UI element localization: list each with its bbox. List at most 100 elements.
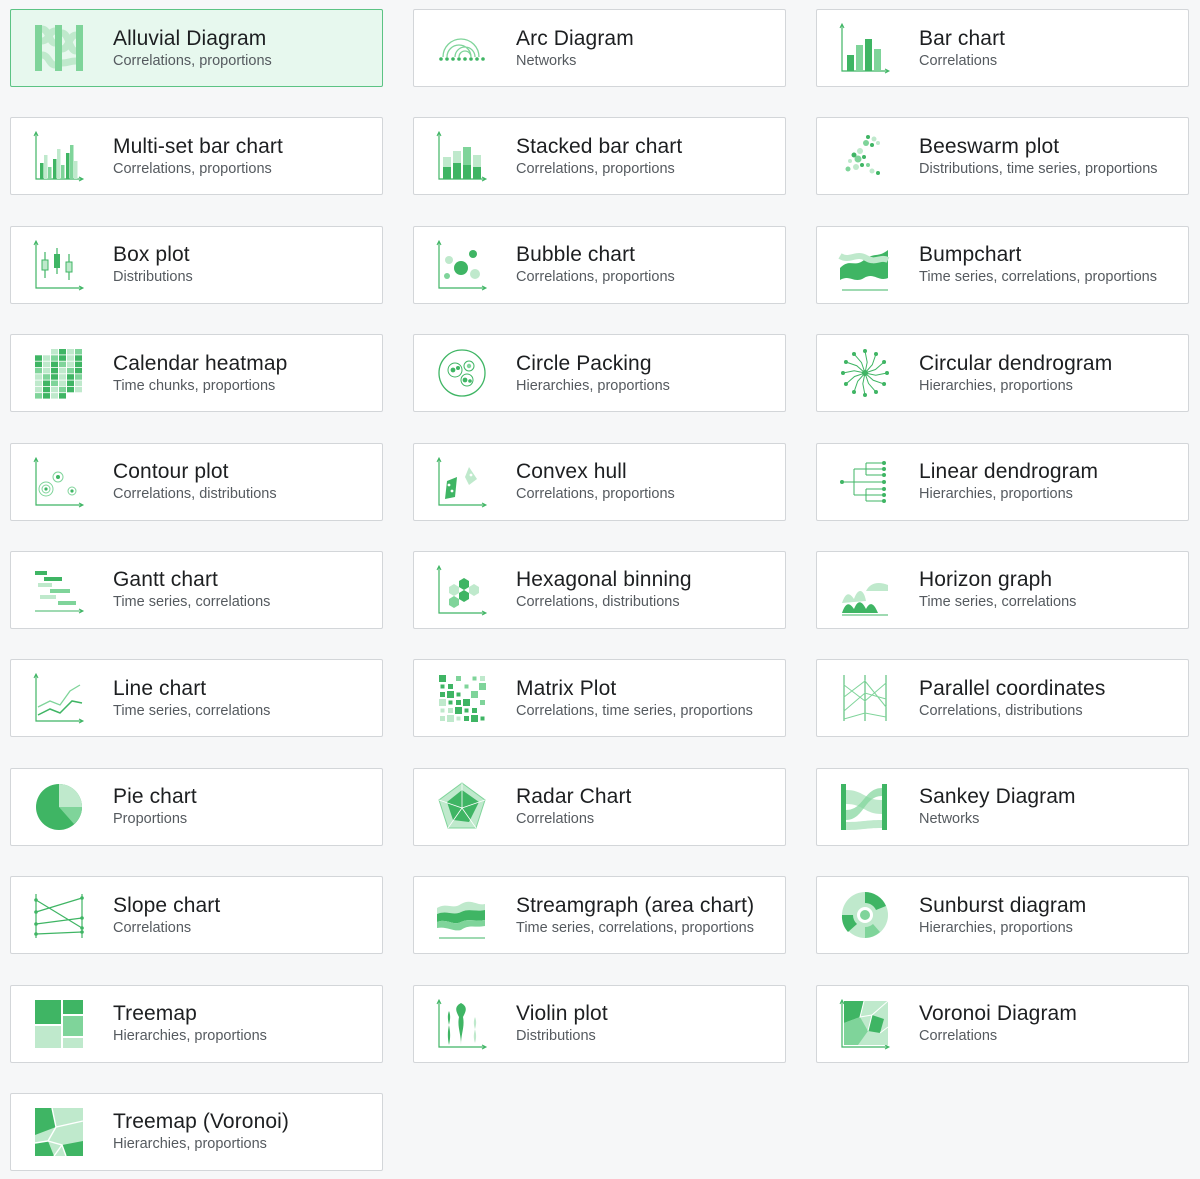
card-text: Alluvial Diagram Correlations, proportio… — [113, 26, 272, 71]
stacked-bar-icon — [435, 129, 489, 183]
card-title: Pie chart — [113, 785, 197, 809]
card-title: Alluvial Diagram — [113, 26, 267, 50]
violin-icon — [435, 997, 489, 1051]
card-title: Treemap (Voronoi) — [113, 1110, 289, 1134]
card-subtitle: Hierarchies, proportions — [516, 377, 670, 394]
chart-type-card-violin[interactable]: Violin plot Distributions — [413, 984, 786, 1063]
chart-type-card-bumpchart[interactable]: Bumpchart Time series, correlations, pro… — [816, 225, 1189, 304]
card-text: Pie chart Proportions — [113, 784, 197, 829]
card-text: Stacked bar chart Correlations, proporti… — [516, 134, 682, 179]
card-title: Bar chart — [919, 26, 1006, 50]
card-subtitle: Correlations, distributions — [516, 594, 680, 611]
card-title: Contour plot — [113, 460, 229, 484]
voronoi-icon — [838, 997, 892, 1051]
chart-type-card-hexbin[interactable]: Hexagonal binning Correlations, distribu… — [413, 550, 786, 629]
card-text: Hexagonal binning Correlations, distribu… — [516, 567, 692, 612]
chart-type-card-horizon[interactable]: Horizon graph Time series, correlations — [816, 550, 1189, 629]
multiset-bar-icon — [32, 129, 86, 183]
card-title: Bubble chart — [516, 243, 636, 267]
horizon-icon — [838, 563, 892, 617]
chart-type-card-voronoi-treemap[interactable]: Treemap (Voronoi) Hierarchies, proportio… — [10, 1092, 383, 1171]
card-subtitle: Time series, correlations, proportions — [516, 919, 754, 936]
card-title: Parallel coordinates — [919, 676, 1106, 700]
chart-type-card-circle-packing[interactable]: Circle Packing Hierarchies, proportions — [413, 334, 786, 413]
chart-type-card-sunburst[interactable]: Sunburst diagram Hierarchies, proportion… — [816, 876, 1189, 955]
card-text: Streamgraph (area chart) Time series, co… — [516, 893, 754, 938]
chart-type-card-treemap[interactable]: Treemap Hierarchies, proportions — [10, 984, 383, 1063]
chart-type-card-slope[interactable]: Slope chart Correlations — [10, 876, 383, 955]
card-title: Linear dendrogram — [919, 460, 1099, 484]
card-subtitle: Proportions — [113, 811, 188, 828]
card-title: Streamgraph (area chart) — [516, 893, 755, 917]
card-subtitle: Correlations, time series, proportions — [516, 702, 753, 719]
card-subtitle: Hierarchies, proportions — [919, 377, 1073, 394]
chart-type-card-calendar-heatmap[interactable]: Calendar heatmap Time chunks, proportion… — [10, 334, 383, 413]
card-text: Radar Chart Correlations — [516, 784, 631, 829]
card-subtitle: Correlations — [516, 811, 595, 828]
chart-type-card-sankey[interactable]: Sankey Diagram Networks — [816, 767, 1189, 846]
card-title: Gantt chart — [113, 568, 218, 592]
circle-packing-icon — [435, 346, 489, 400]
pie-icon — [32, 780, 86, 834]
chart-type-card-bubble[interactable]: Bubble chart Correlations, proportions — [413, 225, 786, 304]
chart-type-card-matrix[interactable]: Matrix Plot Correlations, time series, p… — [413, 659, 786, 738]
chart-type-card-parallel-coordinates[interactable]: Parallel coordinates Correlations, distr… — [816, 659, 1189, 738]
card-title: Treemap — [113, 1002, 197, 1026]
card-text: Circular dendrogram Hierarchies, proport… — [919, 351, 1112, 396]
card-subtitle: Correlations, proportions — [113, 160, 272, 177]
chart-type-card-pie[interactable]: Pie chart Proportions — [10, 767, 383, 846]
boxplot-icon — [32, 238, 86, 292]
card-text: Bar chart Correlations — [919, 26, 1005, 71]
card-subtitle: Correlations, distributions — [113, 486, 277, 503]
card-subtitle: Correlations, proportions — [113, 52, 272, 69]
chart-type-card-bar[interactable]: Bar chart Correlations — [816, 9, 1189, 87]
gantt-icon — [32, 563, 86, 617]
calendar-heatmap-icon — [32, 346, 86, 400]
radar-icon — [435, 780, 489, 834]
card-text: Parallel coordinates Correlations, distr… — [919, 676, 1105, 721]
chart-type-card-streamgraph[interactable]: Streamgraph (area chart) Time series, co… — [413, 876, 786, 955]
chart-type-card-convex-hull[interactable]: Convex hull Correlations, proportions — [413, 442, 786, 521]
card-text: Convex hull Correlations, proportions — [516, 459, 675, 504]
card-subtitle: Correlations, proportions — [516, 160, 675, 177]
chart-type-card-boxplot[interactable]: Box plot Distributions — [10, 225, 383, 304]
chart-type-card-arc[interactable]: Arc Diagram Networks — [413, 9, 786, 87]
card-title: Matrix Plot — [516, 676, 617, 700]
chart-type-card-multiset-bar[interactable]: Multi-set bar chart Correlations, propor… — [10, 117, 383, 196]
chart-type-card-linear-dendrogram[interactable]: Linear dendrogram Hierarchies, proportio… — [816, 442, 1189, 521]
card-subtitle: Correlations — [113, 919, 192, 936]
chart-type-card-contour[interactable]: Contour plot Correlations, distributions — [10, 442, 383, 521]
parallel-coordinates-icon — [838, 671, 892, 725]
chart-type-card-beeswarm[interactable]: Beeswarm plot Distributions, time series… — [816, 117, 1189, 196]
card-title: Arc Diagram — [516, 26, 634, 50]
card-title: Circular dendrogram — [919, 351, 1113, 375]
card-title: Radar Chart — [516, 785, 632, 809]
card-text: Multi-set bar chart Correlations, propor… — [113, 134, 283, 179]
linear-dendrogram-icon — [838, 455, 892, 509]
card-title: Beeswarm plot — [919, 134, 1060, 158]
card-title: Voronoi Diagram — [919, 1002, 1077, 1026]
chart-type-card-radar[interactable]: Radar Chart Correlations — [413, 767, 786, 846]
chart-type-card-voronoi[interactable]: Voronoi Diagram Correlations — [816, 984, 1189, 1063]
bar-icon — [838, 21, 892, 75]
card-text: Contour plot Correlations, distributions — [113, 459, 277, 504]
chart-type-card-stacked-bar[interactable]: Stacked bar chart Correlations, proporti… — [413, 117, 786, 196]
streamgraph-icon — [435, 888, 489, 942]
card-text: Box plot Distributions — [113, 242, 193, 287]
beeswarm-icon — [838, 129, 892, 183]
card-text: Voronoi Diagram Correlations — [919, 1001, 1077, 1046]
card-title: Violin plot — [516, 1002, 608, 1026]
card-text: Circle Packing Hierarchies, proportions — [516, 351, 670, 396]
card-title: Bumpchart — [919, 243, 1022, 267]
card-text: Matrix Plot Correlations, time series, p… — [516, 676, 753, 721]
chart-type-card-circular-dendrogram[interactable]: Circular dendrogram Hierarchies, proport… — [816, 334, 1189, 413]
chart-type-card-line-chart[interactable]: Line chart Time series, correlations — [10, 659, 383, 738]
card-subtitle: Correlations, proportions — [516, 486, 675, 503]
card-text: Gantt chart Time series, correlations — [113, 567, 270, 612]
card-subtitle: Correlations, distributions — [919, 702, 1083, 719]
chart-type-card-alluvial[interactable]: Alluvial Diagram Correlations, proportio… — [10, 9, 383, 87]
chart-type-card-gantt[interactable]: Gantt chart Time series, correlations — [10, 550, 383, 629]
chart-type-grid: Alluvial Diagram Correlations, proportio… — [10, 9, 1189, 1171]
card-text: Arc Diagram Networks — [516, 26, 634, 71]
card-title: Stacked bar chart — [516, 134, 683, 158]
